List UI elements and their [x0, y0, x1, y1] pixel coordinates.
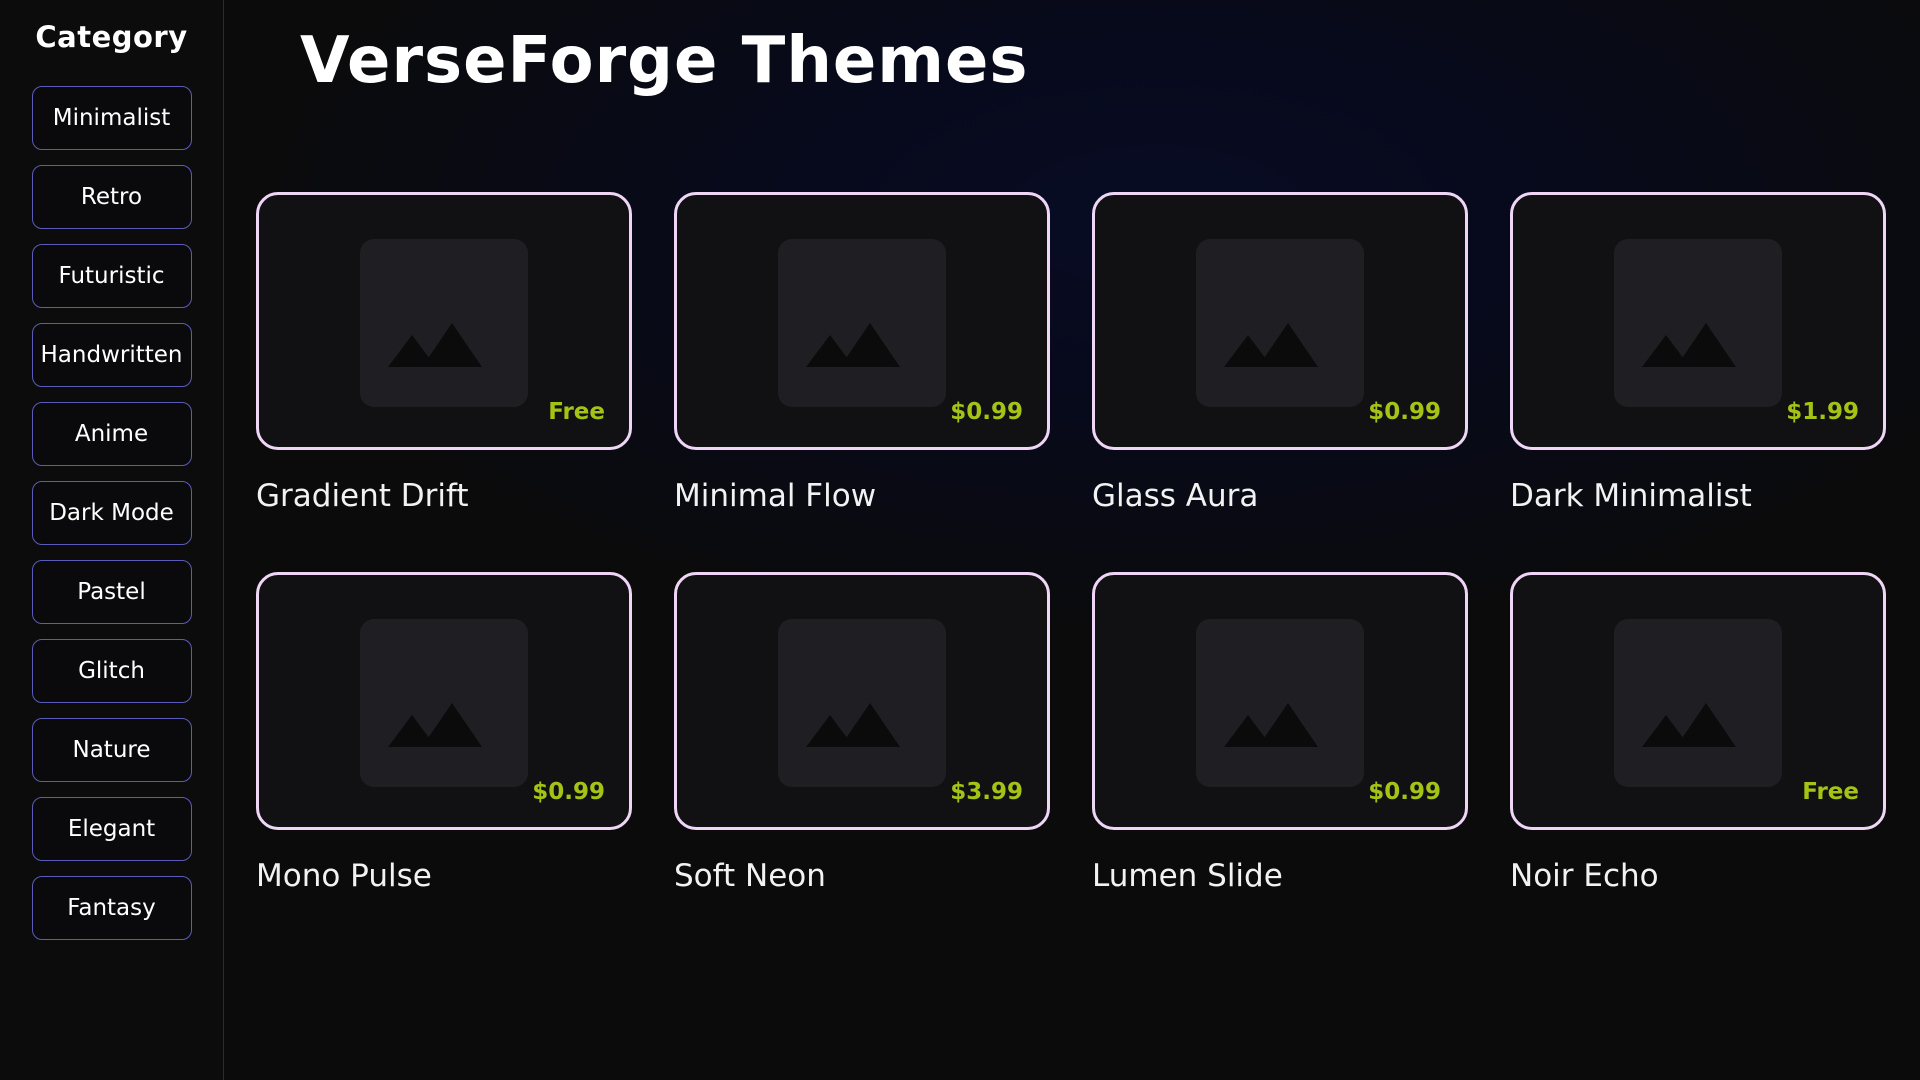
price-tag: $3.99 [950, 779, 1023, 805]
category-button-fantasy[interactable]: Fantasy [31, 876, 192, 940]
theme-card[interactable]: Free Noir Echo [1510, 572, 1886, 894]
main-content: VerseForge Themes Free Gradient Drift $0… [224, 0, 1920, 1080]
price-tag: $0.99 [1368, 399, 1441, 425]
category-button-handwritten[interactable]: Handwritten [31, 323, 192, 387]
theme-name: Soft Neon [674, 858, 826, 894]
theme-name: Noir Echo [1510, 858, 1659, 894]
category-sidebar: Category Minimalist Retro Futuristic Han… [0, 0, 224, 1080]
theme-thumbnail[interactable]: $0.99 [1092, 572, 1468, 830]
theme-thumbnail[interactable]: $0.99 [674, 192, 1050, 450]
category-button-futuristic[interactable]: Futuristic [31, 244, 192, 308]
theme-card[interactable]: $0.99 Minimal Flow [674, 192, 1050, 514]
theme-card[interactable]: $0.99 Lumen Slide [1092, 572, 1468, 894]
theme-thumbnail[interactable]: Free [1510, 572, 1886, 830]
theme-name: Lumen Slide [1092, 858, 1283, 894]
image-placeholder-icon [1614, 619, 1782, 787]
category-button-nature[interactable]: Nature [31, 718, 192, 782]
category-button-anime[interactable]: Anime [31, 402, 192, 466]
page-title: VerseForge Themes [300, 24, 1029, 98]
price-tag: Free [1802, 779, 1859, 805]
theme-thumbnail[interactable]: Free [256, 192, 632, 450]
image-placeholder-icon [778, 619, 946, 787]
theme-name: Glass Aura [1092, 478, 1259, 514]
theme-card[interactable]: $1.99 Dark Minimalist [1510, 192, 1886, 514]
theme-thumbnail[interactable]: $0.99 [1092, 192, 1468, 450]
price-tag: $0.99 [950, 399, 1023, 425]
app-root: Category Minimalist Retro Futuristic Han… [0, 0, 1920, 1080]
image-placeholder-icon [360, 619, 528, 787]
image-placeholder-icon [1196, 619, 1364, 787]
theme-name: Dark Minimalist [1510, 478, 1752, 514]
category-button-glitch[interactable]: Glitch [31, 639, 192, 703]
category-button-retro[interactable]: Retro [31, 165, 192, 229]
theme-name: Mono Pulse [256, 858, 432, 894]
image-placeholder-icon [778, 239, 946, 407]
image-placeholder-icon [1196, 239, 1364, 407]
price-tag: $0.99 [532, 779, 605, 805]
category-button-elegant[interactable]: Elegant [31, 797, 192, 861]
price-tag: $1.99 [1786, 399, 1859, 425]
category-button-pastel[interactable]: Pastel [31, 560, 192, 624]
theme-card[interactable]: $3.99 Soft Neon [674, 572, 1050, 894]
theme-card[interactable]: $0.99 Mono Pulse [256, 572, 632, 894]
theme-card[interactable]: $0.99 Glass Aura [1092, 192, 1468, 514]
theme-name: Minimal Flow [674, 478, 877, 514]
price-tag: $0.99 [1368, 779, 1441, 805]
image-placeholder-icon [360, 239, 528, 407]
theme-thumbnail[interactable]: $3.99 [674, 572, 1050, 830]
price-tag: Free [548, 399, 605, 425]
sidebar-title: Category [35, 20, 188, 54]
theme-grid: Free Gradient Drift $0.99 Minimal Flow $… [256, 192, 1886, 894]
category-list: Minimalist Retro Futuristic Handwritten … [31, 86, 192, 940]
image-placeholder-icon [1614, 239, 1782, 407]
theme-name: Gradient Drift [256, 478, 469, 514]
theme-card[interactable]: Free Gradient Drift [256, 192, 632, 514]
category-button-minimalist[interactable]: Minimalist [31, 86, 192, 150]
theme-thumbnail[interactable]: $0.99 [256, 572, 632, 830]
category-button-dark-mode[interactable]: Dark Mode [31, 481, 192, 545]
theme-thumbnail[interactable]: $1.99 [1510, 192, 1886, 450]
